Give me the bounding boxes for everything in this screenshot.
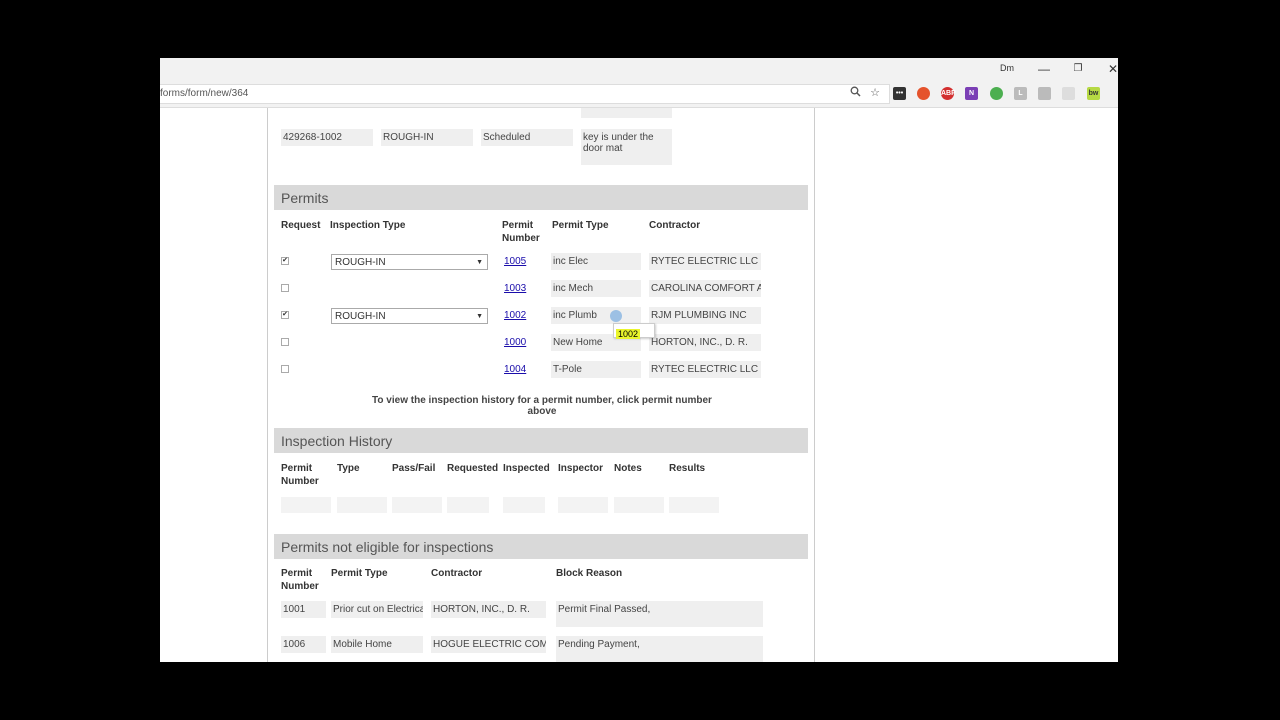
header-permit-number: Permit Number — [502, 219, 540, 245]
contractor-field: HORTON, INC., D. R. — [649, 334, 761, 351]
header-inspection-type: Inspection Type — [330, 220, 406, 231]
history-empty-cell — [447, 497, 489, 513]
request-checkbox[interactable]: ✔ — [281, 257, 289, 265]
history-empty-cell — [281, 497, 331, 513]
request-checkbox[interactable]: ✔ — [281, 311, 289, 319]
inspection-history-header: Inspection History — [274, 428, 808, 453]
inspection-type-select[interactable]: ROUGH-IN ▼ — [331, 308, 488, 324]
extension-google-icon[interactable] — [990, 87, 1003, 100]
browser-window: Dm — ❐ ✕ forms/form/new/364 ☆ ••• ABP N … — [160, 58, 1118, 662]
contractor-field: RYTEC ELECTRIC LLC — [649, 361, 761, 378]
partial-field — [581, 108, 672, 118]
dropdown-arrow-icon: ▼ — [476, 259, 483, 266]
ineligible-header-permit: Permit Number — [281, 567, 319, 593]
ineligible-header-permit-line1: Permit — [281, 568, 313, 579]
restore-button[interactable]: ❐ — [1068, 60, 1088, 78]
search-icon[interactable] — [848, 86, 862, 100]
history-empty-cell — [503, 497, 545, 513]
history-empty-cell — [558, 497, 608, 513]
extension-grey-icon[interactable] — [1038, 87, 1051, 100]
page-content: 429268-1002 ROUGH-IN Scheduled key is un… — [160, 108, 1118, 662]
request-checkbox[interactable] — [281, 338, 289, 346]
profile-name[interactable]: Dm — [1000, 63, 1014, 73]
history-empty-cell — [614, 497, 664, 513]
cursor-highlight — [610, 310, 622, 322]
extension-chrome-icon[interactable] — [917, 87, 930, 100]
tooltip-text: 1002 — [616, 329, 641, 339]
history-empty-cell — [337, 497, 387, 513]
url-text: forms/form/new/364 — [160, 88, 249, 99]
inspection-type-select[interactable]: ROUGH-IN ▼ — [331, 254, 488, 270]
permit-number-link[interactable]: 1000 — [504, 337, 526, 348]
address-bar: forms/form/new/364 ☆ ••• ABP N L bw — [160, 80, 1118, 108]
url-input[interactable]: forms/form/new/364 — [160, 84, 890, 104]
permit-history-instruction: To view the inspection history for a per… — [372, 395, 712, 417]
history-header-permit-line1: Permit — [281, 463, 313, 474]
history-header-type: Type — [337, 463, 360, 474]
ineligible-permit-number: 1001 — [281, 601, 326, 618]
star-icon[interactable]: ☆ — [868, 86, 882, 100]
header-permit-number-line1: Permit — [502, 220, 534, 231]
history-empty-cell — [392, 497, 442, 513]
request-checkbox[interactable] — [281, 365, 289, 373]
contractor-field: CAROLINA COMFORT A — [649, 280, 761, 297]
permit-type-field: inc Plumb — [551, 307, 641, 324]
ineligible-header-contractor: Contractor — [431, 568, 483, 579]
dropdown-arrow-icon: ▼ — [476, 313, 483, 320]
ineligible-block-reason: Pending Payment, — [556, 636, 763, 662]
header-request: Request — [281, 220, 321, 231]
scheduled-note-field: key is under the door mat — [581, 129, 672, 165]
close-button[interactable]: ✕ — [1103, 60, 1118, 78]
ineligible-contractor: HOGUE ELECTRIC COMI — [431, 636, 546, 653]
permit-type-field: inc Mech — [551, 280, 641, 297]
header-permit-number-line2: Number — [502, 233, 540, 244]
ineligible-contractor: HORTON, INC., D. R. — [431, 601, 546, 618]
permit-number-link[interactable]: 1002 — [504, 310, 526, 321]
history-header-inspector: Inspector — [558, 463, 604, 474]
form-page: 429268-1002 ROUGH-IN Scheduled key is un… — [267, 108, 815, 662]
adblock-icon[interactable]: ABP — [941, 87, 956, 100]
ineligible-header-block-reason: Block Reason — [556, 568, 623, 579]
ineligible-header-permit-line2: Number — [281, 581, 319, 592]
permit-number-link[interactable]: 1005 — [504, 256, 526, 267]
onenote-icon[interactable]: N — [965, 87, 978, 100]
history-header-notes: Notes — [614, 463, 642, 474]
ineligible-section-header: Permits not eligible for inspections — [274, 534, 808, 559]
title-bar: Dm — ❐ ✕ — [160, 58, 1118, 80]
history-header-inspected: Inspected — [503, 463, 550, 474]
permit-number-link[interactable]: 1003 — [504, 283, 526, 294]
extension-l-icon[interactable]: L — [1014, 87, 1027, 100]
scheduled-status-field: Scheduled — [481, 129, 573, 146]
ineligible-permit-type: Prior cut on Electrica — [331, 601, 423, 618]
history-header-permit: Permit Number — [281, 462, 319, 488]
scheduled-type-field: ROUGH-IN — [381, 129, 473, 146]
tooltip: 1002 — [613, 323, 655, 339]
history-header-pass-fail: Pass/Fail — [392, 463, 436, 474]
extension-menu-icon[interactable]: ••• — [893, 87, 906, 100]
permit-number-link[interactable]: 1004 — [504, 364, 526, 375]
scheduled-permit-field: 429268-1002 — [281, 129, 373, 146]
history-header-results: Results — [669, 463, 706, 474]
contractor-field: RJM PLUMBING INC — [649, 307, 761, 324]
permit-type-field: inc Elec — [551, 253, 641, 270]
ineligible-permit-type: Mobile Home — [331, 636, 423, 653]
extension-bw-icon[interactable]: bw — [1087, 87, 1100, 100]
minimize-button[interactable]: — — [1034, 60, 1054, 78]
permits-section-header: Permits — [274, 185, 808, 210]
header-contractor: Contractor — [649, 220, 701, 231]
ineligible-block-reason: Permit Final Passed, — [556, 601, 763, 627]
extension-blank-icon[interactable] — [1062, 87, 1075, 100]
request-checkbox[interactable] — [281, 284, 289, 292]
history-header-permit-line2: Number — [281, 476, 319, 487]
history-empty-cell — [669, 497, 719, 513]
inspection-type-value: ROUGH-IN — [335, 257, 386, 268]
ineligible-permit-number: 1006 — [281, 636, 326, 653]
history-header-requested: Requested — [447, 463, 499, 474]
inspection-type-value: ROUGH-IN — [335, 311, 386, 322]
contractor-field: RYTEC ELECTRIC LLC — [649, 253, 761, 270]
ineligible-header-permit-type: Permit Type — [331, 568, 388, 579]
header-permit-type: Permit Type — [552, 220, 609, 231]
permit-type-field: T-Pole — [551, 361, 641, 378]
